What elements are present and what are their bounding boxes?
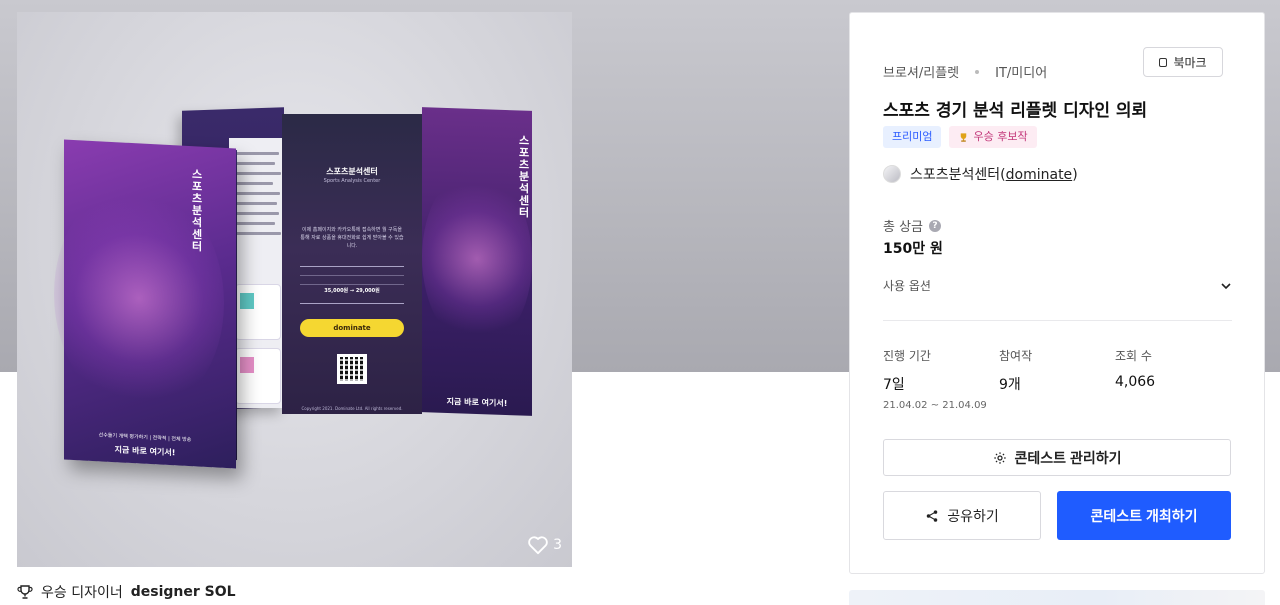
price-table-row [300, 267, 404, 276]
text-line [235, 152, 279, 155]
brochure-price-table: 35,000원 → 29,000원 [300, 266, 404, 304]
brochure-card [235, 348, 281, 404]
brochure-price: 35,000원 → 29,000원 [324, 288, 380, 294]
premium-badge: 프리미엄 [883, 126, 942, 148]
brochure-card-image [240, 293, 254, 309]
views-value: 4,066 [1115, 374, 1156, 390]
brochure-front-cover: 스포츠분석센터 선수들기 개택 평가하기 | 전략적 | 전체 방송 지금 바로… [54, 139, 236, 469]
share-label: 공유하기 [947, 507, 999, 524]
brochure-center-panel: 스포츠분석센터 Sports Analysis Center 이제 홈페이지와 … [282, 114, 422, 414]
brochure-right-footer: 지금 바로 여기서! [446, 396, 508, 409]
divider [883, 320, 1232, 321]
award-candidate-label: 우승 후보작 [973, 130, 1028, 143]
brochure-inner-text-panel [229, 138, 289, 408]
brochure-center-body: 이제 홈페이지와 카카오톡에 접속하면 월 구독을 통해 자료 상품을 휴대전화… [300, 227, 404, 249]
prize-label: 총 상금 ? [883, 216, 942, 235]
use-option-label: 사용 옵션 [883, 279, 931, 293]
bookmark-label: 북마크 [1173, 55, 1207, 70]
stat-views: 조회 수 4,066 [1115, 347, 1155, 390]
brochure-kakao-button: dominate [300, 319, 404, 337]
brochure-right-title: 스포츠분석센터 [517, 134, 530, 219]
host-contest-label: 콘테스트 개최하기 [1090, 507, 1198, 524]
contest-owner[interactable]: 스포츠분석센터(dominate) [883, 164, 1078, 184]
winner-name[interactable]: designer SOL [131, 584, 236, 600]
views-label: 조회 수 [1115, 349, 1152, 363]
heart-icon [528, 536, 548, 555]
text-line [235, 222, 275, 225]
contest-main-image[interactable]: 스포츠분석센터 Sports Analysis Center 이제 홈페이지와 … [17, 12, 572, 567]
manage-contest-label: 콘테스트 관리하기 [1014, 449, 1122, 466]
bookmark-icon [1159, 57, 1168, 67]
stat-period: 진행 기간 7일 21.04.02 ~ 21.04.09 [883, 347, 987, 411]
gear-icon [993, 451, 1006, 464]
brochure-card-image [240, 357, 254, 373]
owner-id-paren-close: ) [1072, 167, 1078, 183]
owner-avatar [883, 165, 901, 183]
owner-id[interactable]: dominate [1006, 167, 1073, 183]
brochure-right-panel: 스포츠분석센터 지금 바로 여기서! [422, 107, 532, 416]
trophy-icon [961, 132, 967, 142]
trophy-icon [17, 585, 33, 599]
bookmark-button[interactable]: 북마크 [1143, 47, 1223, 77]
use-option-toggle[interactable]: 사용 옵션 [883, 277, 1233, 294]
like-count: 3 [553, 537, 562, 553]
period-value: 7일 [883, 377, 905, 393]
category-breadcrumb: 브로셔/리플렛 IT/미디어 [883, 62, 1047, 81]
winner-designer: 우승 디자이너 designer SOL [17, 582, 236, 602]
manage-contest-button[interactable]: 콘테스트 관리하기 [883, 439, 1231, 476]
period-label: 진행 기간 [883, 349, 931, 363]
contest-info-card: 브로셔/리플렛 IT/미디어 북마크 스포츠 경기 분석 리플렛 디자인 의뢰 … [849, 12, 1265, 574]
next-section-preview [849, 590, 1265, 605]
category-secondary[interactable]: IT/미디어 [995, 62, 1047, 81]
participants-value: 9개 [999, 377, 1021, 393]
brochure-center-subtitle: Sports Analysis Center [323, 178, 381, 184]
brochure-qr-code [337, 354, 367, 384]
share-icon [926, 509, 938, 522]
winner-label: 우승 디자이너 [41, 585, 123, 601]
like-button[interactable]: 3 [527, 535, 562, 555]
separator-dot [975, 69, 980, 74]
prize-value: 150만 원 [883, 241, 943, 257]
brochure-copyright: Copyright 2021. Dominate Ltd. All rights… [301, 406, 403, 411]
owner-name: 스포츠분석센터 [910, 167, 1001, 183]
share-button[interactable]: 공유하기 [883, 491, 1041, 540]
badge-row: 프리미엄 우승 후보작 [883, 126, 1037, 148]
brochure-cover-title: 스포츠분석센터 [190, 168, 203, 253]
text-line [235, 172, 281, 175]
prize-label-text: 총 상금 [883, 220, 924, 235]
host-contest-button[interactable]: 콘테스트 개최하기 [1057, 491, 1231, 540]
text-line [235, 192, 280, 195]
award-candidate-badge: 우승 후보작 [949, 126, 1037, 148]
text-line [235, 232, 281, 235]
stat-participants: 참여작 9개 [999, 347, 1032, 394]
brochure-cover-footer-2: 지금 바로 여기서! [114, 445, 176, 458]
category-primary[interactable]: 브로셔/리플렛 [883, 62, 959, 81]
participants-label: 참여작 [999, 349, 1033, 363]
brochure-center-title: 스포츠분석센터 [326, 167, 378, 176]
text-line [235, 202, 277, 205]
period-range: 21.04.02 ~ 21.04.09 [883, 400, 987, 411]
text-line [235, 212, 279, 215]
brochure-card [235, 284, 281, 340]
text-line [235, 162, 275, 165]
price-table-row [300, 276, 404, 285]
chevron-down-icon [1221, 282, 1231, 289]
contest-title: 스포츠 경기 분석 리플렛 디자인 의뢰 [883, 101, 1148, 121]
help-icon[interactable]: ? [929, 219, 942, 232]
text-line [235, 182, 273, 185]
